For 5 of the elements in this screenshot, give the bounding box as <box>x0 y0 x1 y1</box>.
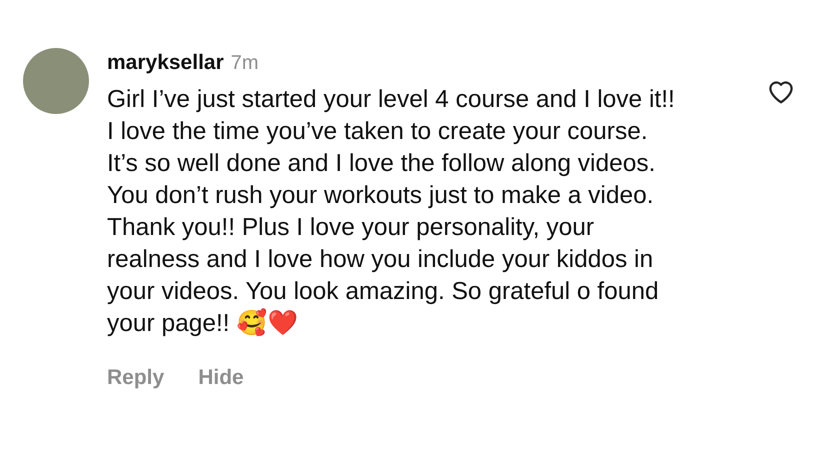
comment-action-link[interactable]: Hide <box>198 366 244 390</box>
comment-action-link[interactable]: Reply <box>107 366 164 390</box>
comment-text: Girl I’ve just started your level 4 course and I love it!! I love the time you’ve taken to create your course. It’s so well done and I love the follow along videos. You don’t rush your workouts just to make a video. Thank you!! Plus I love your personality, your realness and I love how you include your kiddos in your videos. You look amazing. So grateful o found your page!! 🥰❤ <box>107 85 676 339</box>
comment-time: 7m <box>230 52 259 75</box>
username[interactable]: maryksellar <box>107 51 224 75</box>
